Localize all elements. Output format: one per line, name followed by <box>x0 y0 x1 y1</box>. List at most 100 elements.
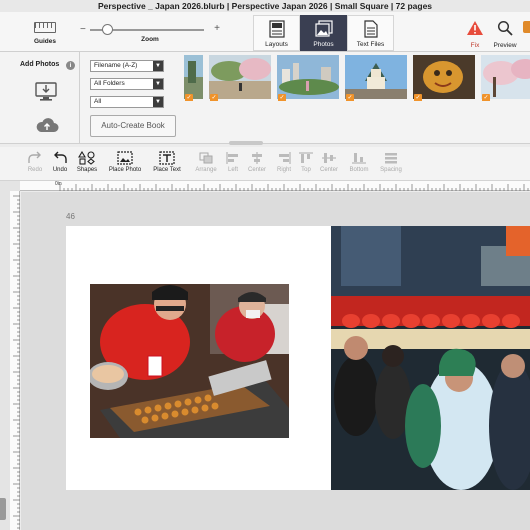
used-check-icon: ✓ <box>482 94 490 101</box>
align-center-label: Center <box>247 167 266 173</box>
filter-select-value: All <box>94 98 102 105</box>
takoyaki-vendors-photo <box>90 284 289 438</box>
thumbnail-image <box>481 55 530 99</box>
panel-resize-handle[interactable] <box>229 141 263 145</box>
guides-label: Guides <box>33 38 57 45</box>
sort-select[interactable]: Filename (A-Z) ▼ <box>90 60 164 72</box>
guides-button[interactable]: Guides <box>28 14 62 45</box>
photo-thumbnail[interactable]: ✓ <box>345 55 407 101</box>
tab-layouts[interactable]: Layouts <box>253 15 300 51</box>
photo-thumbnail[interactable]: ✓ <box>184 55 203 101</box>
spacing-label: Spacing <box>380 167 402 173</box>
align-center-button[interactable]: Center <box>244 151 270 173</box>
align-left-button[interactable]: Left <box>223 151 243 173</box>
thumbnail-image <box>345 55 407 99</box>
align-right-button[interactable]: Right <box>273 151 295 173</box>
place-photo-button[interactable]: Place Photo <box>105 151 145 173</box>
chevron-down-icon: ▼ <box>153 79 163 89</box>
side-panel-handle[interactable] <box>0 498 6 520</box>
preview-label: Preview <box>493 42 517 49</box>
window-title: Perspective _ Japan 2026.blurb | Perspec… <box>0 0 530 12</box>
folder-select-value: All Folders <box>94 80 125 87</box>
zoom-out-icon[interactable]: − <box>80 24 86 35</box>
zoom-slider-thumb[interactable] <box>101 24 113 35</box>
info-icon[interactable]: i <box>66 61 75 70</box>
align-left-icon <box>226 152 238 164</box>
vertical-ruler <box>10 191 20 530</box>
arrange-button[interactable]: Arrange <box>192 151 220 173</box>
top-toolbar: Guides − + Zoom Layouts Photos Text File… <box>0 12 530 52</box>
spacing-button[interactable]: Spacing <box>376 151 406 173</box>
right-actions: Fix Preview <box>460 15 530 51</box>
warning-icon <box>467 21 483 35</box>
chevron-down-icon: ▼ <box>153 61 163 71</box>
horizontal-ruler-ticks <box>59 184 529 191</box>
undo-button[interactable]: Undo <box>48 151 72 173</box>
used-check-icon: ✓ <box>278 94 286 101</box>
folder-select[interactable]: All Folders ▼ <box>90 78 164 90</box>
fix-button[interactable]: Fix <box>460 15 490 51</box>
used-check-icon: ✓ <box>414 94 422 101</box>
cloud-import-icon[interactable] <box>35 116 59 134</box>
photo-frame-night-market[interactable] <box>331 226 530 490</box>
arrange-label: Arrange <box>195 167 217 173</box>
align-bottom-icon <box>352 153 366 164</box>
place-photo-label: Place Photo <box>108 167 142 173</box>
computer-import-icon[interactable] <box>35 82 57 102</box>
photo-frame-takoyaki[interactable] <box>90 284 289 438</box>
undo-label: Undo <box>52 167 68 173</box>
align-top-button[interactable]: Top <box>297 151 315 173</box>
align-left-label: Left <box>227 167 238 173</box>
preview-button[interactable]: Preview <box>490 15 520 51</box>
auto-create-book-button[interactable]: Auto-Create Book <box>90 115 176 137</box>
zoom-control: − + Zoom <box>80 20 220 50</box>
photo-thumbnail[interactable]: ✓ <box>209 55 271 101</box>
photo-thumbnail[interactable]: ✓ <box>277 55 339 101</box>
place-photo-icon <box>117 151 133 165</box>
page-number: 46 <box>66 212 75 221</box>
redo-button[interactable]: Redo <box>23 151 47 173</box>
night-market-photo <box>331 226 530 490</box>
arrange-icon <box>199 152 213 164</box>
photo-panel: Add Photos i Filename (A-Z) ▼ All Folders… <box>0 52 530 145</box>
page-canvas: 46 <box>21 192 530 530</box>
place-text-button[interactable]: Place Text <box>149 151 185 173</box>
left-page[interactable] <box>66 226 331 490</box>
add-photos-section: Add Photos i <box>0 52 80 144</box>
align-middle-label: Center <box>319 167 338 173</box>
text-files-icon <box>363 20 378 38</box>
photo-thumbnail[interactable]: ✓ <box>481 55 530 101</box>
align-right-label: Right <box>276 167 291 173</box>
fix-label: Fix <box>470 42 480 49</box>
menu-tab-icon[interactable] <box>523 21 530 33</box>
tab-text-files[interactable]: Text Files <box>347 15 394 51</box>
photo-thumbnail-strip: ✓ ✓ ✓ ✓ ✓ ✓ <box>184 55 530 101</box>
tab-text-files-label: Text Files <box>356 41 385 48</box>
panel-tabs: Layouts Photos Text Files <box>253 15 394 51</box>
undo-icon <box>54 151 67 163</box>
place-text-label: Place Text <box>153 167 181 173</box>
align-bottom-label: Bottom <box>349 167 369 173</box>
filter-select[interactable]: All ▼ <box>90 96 164 108</box>
ruler-icon <box>34 22 56 33</box>
photo-thumbnail[interactable]: ✓ <box>413 55 475 101</box>
align-bottom-button[interactable]: Bottom <box>346 151 372 173</box>
zoom-in-icon[interactable]: + <box>214 23 220 34</box>
shapes-button[interactable]: Shapes <box>74 151 100 173</box>
vertical-ruler-ticks <box>13 195 20 529</box>
tab-photos[interactable]: Photos <box>300 15 347 51</box>
place-text-icon <box>159 151 175 165</box>
overflow-edge <box>520 15 530 51</box>
thumbnail-image <box>184 55 203 99</box>
add-photos-label: Add Photos <box>20 61 60 68</box>
horizontal-ruler: 0in <box>20 181 530 191</box>
layouts-icon <box>268 20 285 38</box>
redo-icon <box>28 151 41 163</box>
tab-layouts-label: Layouts <box>265 41 288 48</box>
align-middle-button[interactable]: Center <box>316 151 342 173</box>
thumbnail-image <box>277 55 339 99</box>
photo-filters: Filename (A-Z) ▼ All Folders ▼ All ▼ <box>90 60 175 114</box>
used-check-icon: ✓ <box>210 94 218 101</box>
shapes-icon <box>78 151 95 165</box>
tab-photos-label: Photos <box>313 41 334 48</box>
